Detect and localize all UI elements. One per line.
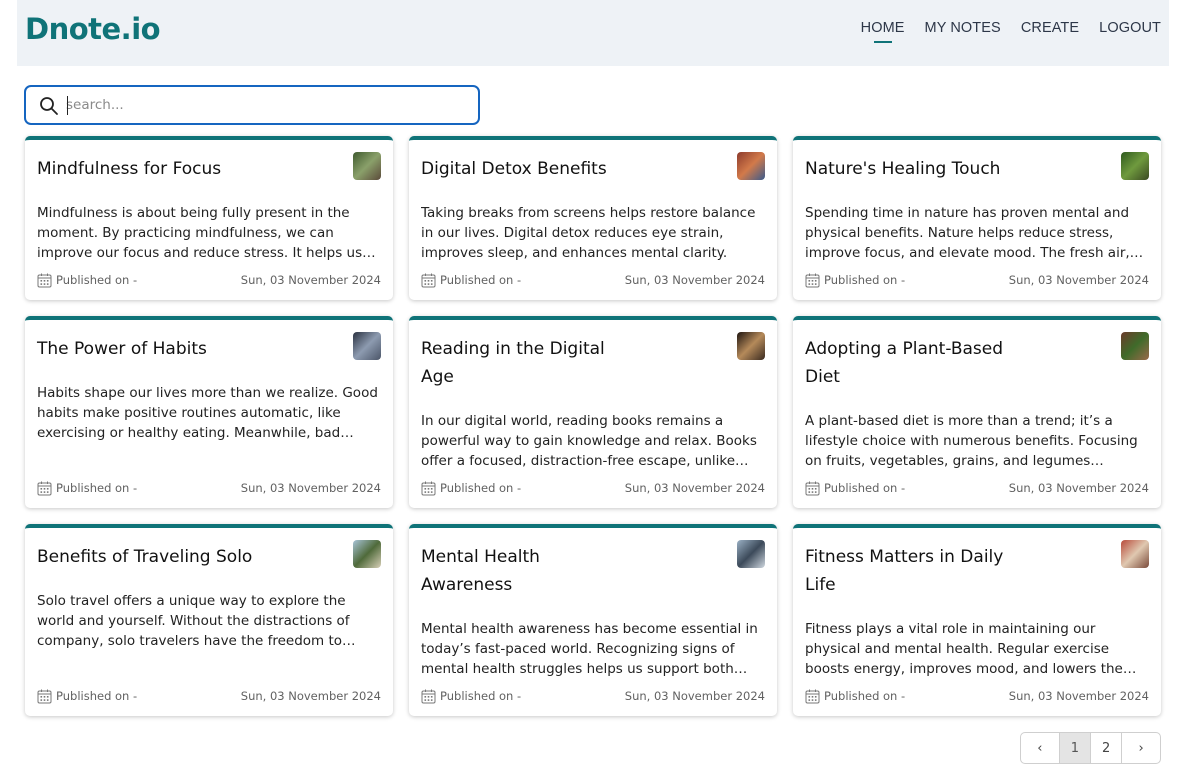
main-nav: HOME MY NOTES CREATE LOGOUT (861, 20, 1161, 42)
search-box (24, 85, 480, 125)
note-footer: Published on - Sun, 03 November 2024 (805, 480, 1149, 498)
note-thumbnail (1121, 540, 1149, 568)
top-navbar: Dnote.io HOME MY NOTES CREATE LOGOUT (17, 0, 1169, 66)
publish-date: Sun, 03 November 2024 (240, 689, 381, 703)
note-title[interactable]: Adopting a Plant-Based Diet (805, 335, 1005, 391)
nav-home[interactable]: HOME (861, 20, 905, 42)
note-title[interactable]: Mental Health Awareness (421, 543, 621, 599)
note-footer: Published on - Sun, 03 November 2024 (37, 688, 381, 706)
calendar-icon (805, 481, 820, 496)
calendar-icon (421, 273, 436, 288)
pagination-prev-button[interactable]: ‹ (1021, 733, 1060, 763)
note-footer: Published on - Sun, 03 November 2024 (421, 688, 765, 706)
note-footer: Published on - Sun, 03 November 2024 (37, 480, 381, 498)
text-caret (67, 96, 68, 115)
calendar-icon (37, 273, 52, 288)
pagination-next-button[interactable]: › (1122, 733, 1160, 763)
note-thumbnail (737, 540, 765, 568)
search-input[interactable] (66, 94, 466, 116)
published-label: Published on - (440, 689, 522, 703)
published-label: Published on - (440, 273, 522, 287)
publish-date: Sun, 03 November 2024 (240, 481, 381, 495)
note-card[interactable]: Nature's Healing Touch Spending time in n… (793, 136, 1161, 300)
published-label: Published on - (440, 481, 522, 495)
note-excerpt: Mental health awareness has become essen… (421, 621, 758, 677)
search-icon (40, 97, 58, 115)
note-footer: Published on - Sun, 03 November 2024 (805, 272, 1149, 290)
note-card[interactable]: Mental Health Awareness Mental health awa… (409, 524, 777, 716)
note-card[interactable]: Mindfulness for Focus Mindfulness is abou… (25, 136, 393, 300)
note-card[interactable]: The Power of Habits Habits shape our live… (25, 316, 393, 508)
note-card[interactable]: Benefits of Traveling Solo Solo travel of… (25, 524, 393, 716)
nav-logout[interactable]: LOGOUT (1099, 20, 1161, 42)
calendar-icon (805, 273, 820, 288)
note-footer: Published on - Sun, 03 November 2024 (805, 688, 1149, 706)
note-title[interactable]: The Power of Habits (37, 335, 337, 363)
note-title[interactable]: Digital Detox Benefits (421, 155, 721, 183)
publish-date: Sun, 03 November 2024 (624, 273, 765, 287)
calendar-icon (37, 689, 52, 704)
note-footer: Published on - Sun, 03 November 2024 (37, 272, 381, 290)
publish-date: Sun, 03 November 2024 (1008, 689, 1149, 703)
note-thumbnail (737, 152, 765, 180)
note-excerpt: A plant-based diet is more than a trend;… (805, 413, 1138, 469)
note-footer: Published on - Sun, 03 November 2024 (421, 480, 765, 498)
note-thumbnail (353, 152, 381, 180)
pagination-page-1[interactable]: 1 (1059, 733, 1091, 763)
note-excerpt: Solo travel offers a unique way to explo… (37, 593, 350, 649)
published-label: Published on - (56, 273, 138, 287)
published-label: Published on - (56, 481, 138, 495)
note-excerpt: Mindfulness is about being fully present… (37, 205, 363, 261)
calendar-icon (37, 481, 52, 496)
calendar-icon (805, 689, 820, 704)
note-title[interactable]: Mindfulness for Focus (37, 155, 337, 183)
publish-date: Sun, 03 November 2024 (1008, 273, 1149, 287)
published-label: Published on - (56, 689, 138, 703)
note-thumbnail (353, 540, 381, 568)
publish-date: Sun, 03 November 2024 (240, 273, 381, 287)
calendar-icon (421, 689, 436, 704)
note-excerpt: Spending time in nature has proven menta… (805, 205, 1130, 261)
note-card[interactable]: Digital Detox Benefits Taking breaks from… (409, 136, 777, 300)
note-title[interactable]: Nature's Healing Touch (805, 155, 1105, 183)
note-excerpt: Fitness plays a vital role in maintainin… (805, 621, 1123, 677)
publish-date: Sun, 03 November 2024 (1008, 481, 1149, 495)
published-label: Published on - (824, 273, 906, 287)
nav-create[interactable]: CREATE (1021, 20, 1079, 42)
publish-date: Sun, 03 November 2024 (624, 481, 765, 495)
pagination: ‹ 1 2 › (1020, 732, 1161, 764)
publish-date: Sun, 03 November 2024 (624, 689, 765, 703)
note-excerpt: Habits shape our lives more than we real… (37, 385, 378, 441)
calendar-icon (421, 481, 436, 496)
note-excerpt: Taking breaks from screens helps restore… (421, 205, 756, 261)
pagination-page-2[interactable]: 2 (1091, 733, 1123, 763)
note-excerpt: In our digital world, reading books rema… (421, 413, 757, 469)
note-card[interactable]: Fitness Matters in Daily Life Fitness pla… (793, 524, 1161, 716)
note-thumbnail (1121, 152, 1149, 180)
note-footer: Published on - Sun, 03 November 2024 (421, 272, 765, 290)
note-thumbnail (737, 332, 765, 360)
note-title[interactable]: Reading in the Digital Age (421, 335, 621, 391)
nav-my-notes[interactable]: MY NOTES (925, 20, 1001, 42)
note-title[interactable]: Fitness Matters in Daily Life (805, 543, 1005, 599)
note-thumbnail (353, 332, 381, 360)
published-label: Published on - (824, 481, 906, 495)
note-title[interactable]: Benefits of Traveling Solo (37, 543, 337, 571)
note-card[interactable]: Adopting a Plant-Based Diet A plant-based… (793, 316, 1161, 508)
published-label: Published on - (824, 689, 906, 703)
note-thumbnail (1121, 332, 1149, 360)
note-card[interactable]: Reading in the Digital Age In our digital… (409, 316, 777, 508)
app-logo[interactable]: Dnote.io (25, 12, 161, 46)
